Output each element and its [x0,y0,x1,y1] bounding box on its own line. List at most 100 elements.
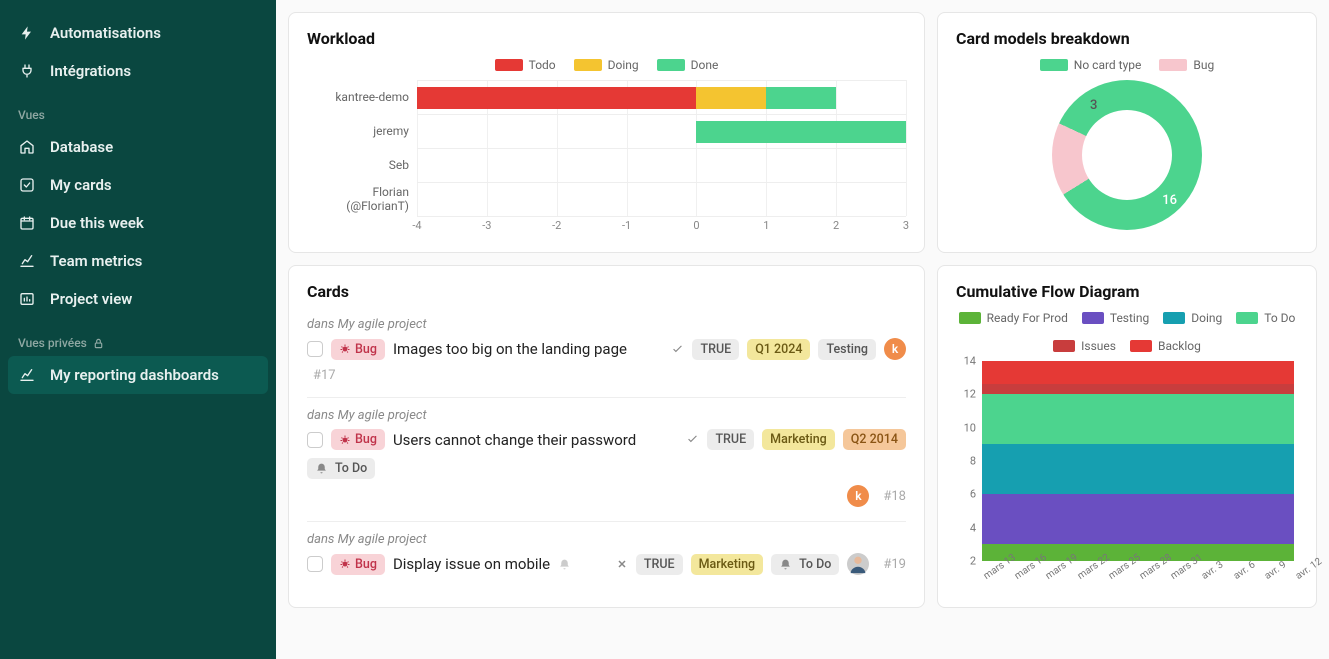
card-project-label: dans My agile project [307,317,906,332]
avatar[interactable]: k [847,485,869,507]
bolt-icon [18,24,36,42]
sidebar-item-my-cards[interactable]: My cards [0,166,276,204]
card-checkbox[interactable] [307,341,323,357]
card-checkbox[interactable] [307,432,323,448]
card-item[interactable]: dans My agile projectBugUsers cannot cha… [307,397,906,521]
quarter-tag: Q1 2024 [747,339,810,360]
cfd-title: Cumulative Flow Diagram [956,282,1298,301]
sidebar-item-automatisations[interactable]: Automatisations [0,14,276,52]
legend-item: Done [657,58,719,72]
card-title: Users cannot change their password [393,431,636,449]
lock-icon [93,338,104,349]
workload-legend: Todo Doing Done [307,58,906,72]
bug-tag: Bug [331,554,385,575]
workload-row: Seb [307,148,906,182]
workload-row: kantree-demo [307,80,906,114]
sidebar: Automatisations Intégrations Vues Databas… [0,0,276,659]
bell-icon [779,558,792,571]
sidebar-item-intégrations[interactable]: Intégrations [0,52,276,90]
avatar[interactable]: k [884,338,906,360]
legend-item: Doing [1163,311,1222,325]
check-square-icon [18,176,36,194]
legend-item: No card type [1040,58,1142,72]
breakdown-panel: Card models breakdown No card type Bug 16… [937,12,1317,253]
chart-line-icon [18,366,36,384]
bug-tag: Bug [331,339,385,360]
sidebar-item-label: Automatisations [50,24,161,42]
card-project-label: dans My agile project [307,532,906,547]
card-checkbox[interactable] [307,556,323,572]
breakdown-legend: No card type Bug [956,58,1298,72]
workload-chart: kantree-demo jeremy Seb Florian (@FlorianT)… [307,80,906,236]
bug-icon [339,343,351,355]
sidebar-item-due-this-week[interactable]: Due this week [0,204,276,242]
status-tag: To Do [771,554,839,575]
calendar-icon [18,214,36,232]
cfd-band [982,494,1294,544]
private-views-section-label: Vues privées [0,318,276,356]
donut-chart: 163 [1052,80,1202,230]
sidebar-item-label: Database [50,138,113,156]
true-tag: TRUE [707,429,754,450]
sidebar-item-label: My cards [50,176,112,194]
legend-item: Bug [1159,58,1214,72]
card-number: #19 [883,557,906,572]
true-tag: TRUE [636,554,683,575]
legend-item: Ready For Prod [959,311,1068,325]
card-number: #18 [883,489,906,504]
avatar[interactable] [847,553,869,575]
analytics-icon [18,290,36,308]
sidebar-item-my-reporting-dashboards[interactable]: My reporting dashboards [8,356,268,394]
views-section-label: Vues [0,90,276,128]
sidebar-item-label: Project view [50,290,132,308]
sidebar-item-label: Due this week [50,214,144,232]
true-tag: TRUE [692,339,739,360]
workload-panel: Workload TodoDoingDone kantree-demojerem… [288,12,925,253]
legend-item: Issues [1053,339,1116,353]
cfd-band [982,384,1294,394]
card-project-label: dans My agile project [307,408,906,423]
legend-item: Backlog [1130,339,1201,353]
card-item[interactable]: dans My agile project Bug Images too big o… [307,311,906,397]
card-title: Display issue on mobile [393,555,550,573]
chart-line-icon [18,252,36,270]
check-icon [686,433,699,446]
sidebar-item-project-view[interactable]: Project view [0,280,276,318]
cfd-band [982,361,1294,384]
card-item[interactable]: dans My agile project Bug Display issue on… [307,521,906,589]
workload-row-label: kantree-demo [307,90,417,104]
main-content: Workload TodoDoingDone kantree-demojerem… [276,0,1329,659]
legend-item: To Do [1236,311,1295,325]
status-tag: To Do [307,458,375,479]
sidebar-item-database[interactable]: Database [0,128,276,166]
bug-icon [339,434,351,446]
card-title: Images too big on the landing page [393,340,627,358]
cfd-legend: Ready For Prod Testing Doing To Do Issues Bac… [956,311,1298,353]
cfd-chart: 1412108642 mars 13mars 16mars 19mars 22m… [956,361,1298,591]
quarter-tag: Q2 2014 [843,429,906,450]
cfd-band [982,394,1294,444]
cfd-band [982,444,1294,494]
workload-row-label: Seb [307,158,417,172]
legend-item: Testing [1082,311,1149,325]
workload-row-label: jeremy [307,124,417,138]
legend-item: Doing [574,58,639,72]
bell-muted-icon [558,558,571,571]
card-number: #17 [313,368,336,383]
bug-icon [339,558,351,570]
bell-icon [315,462,328,475]
workload-row-label: Florian (@FlorianT) [307,185,417,213]
cards-panel: Cards dans My agile projectBugImages too… [288,265,925,608]
dept-tag: Marketing [691,554,764,575]
status-tag: Testing [818,339,876,360]
breakdown-title: Card models breakdown [956,29,1298,48]
cfd-panel: Cumulative Flow Diagram Ready For Prod Te… [937,265,1317,608]
plug-icon [18,62,36,80]
sidebar-item-team-metrics[interactable]: Team metrics [0,242,276,280]
check-icon [671,343,684,356]
x-icon [616,558,628,570]
sidebar-item-label: Team metrics [50,252,142,270]
legend-item: Todo [495,58,556,72]
home-icon [18,138,36,156]
sidebar-item-label: Intégrations [50,62,131,80]
